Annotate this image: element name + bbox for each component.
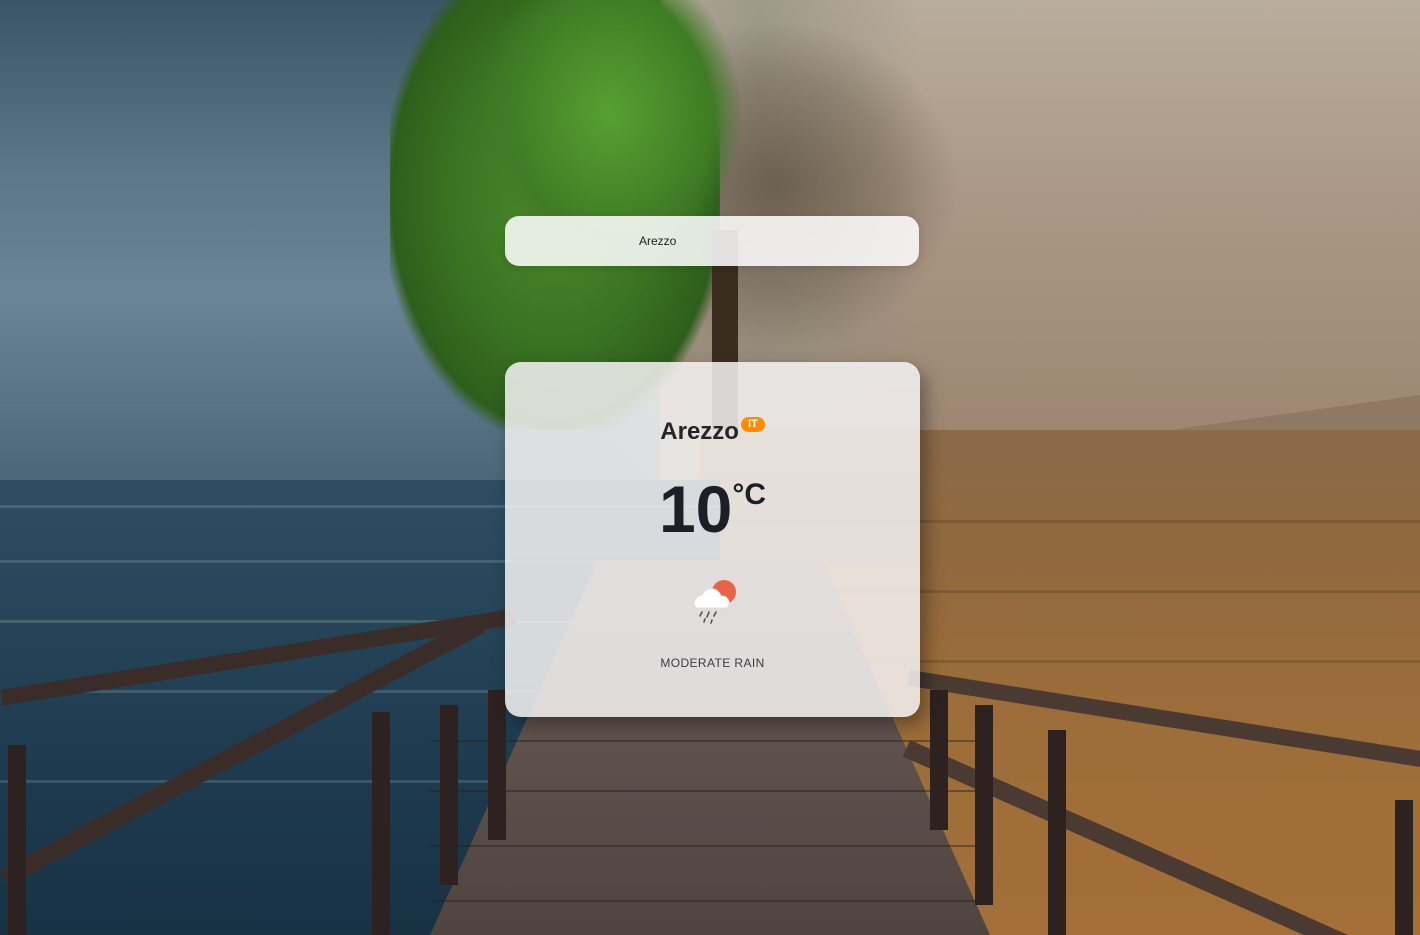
city-heading: Arezzo IT <box>505 416 920 446</box>
railing-post <box>1048 730 1066 935</box>
temperature-value: 10 <box>658 472 733 546</box>
railing-post <box>372 712 390 935</box>
temperature-unit: °C <box>732 478 767 511</box>
bridge-plank <box>430 790 990 792</box>
railing-post <box>488 690 506 840</box>
railing-post <box>8 745 26 935</box>
railing-post <box>1395 800 1413 935</box>
railing-post <box>930 690 948 830</box>
bridge-plank <box>430 845 990 847</box>
background-scene: ArezzoIT 10°C MODERATE RAIN <box>0 0 1420 935</box>
city-name: Arezzo <box>660 418 739 445</box>
cloud-rain-sun-icon <box>693 580 736 624</box>
railing-post <box>440 705 458 885</box>
tree-crown-top <box>480 0 740 240</box>
railing-post <box>975 705 993 905</box>
country-badge: IT <box>740 416 765 432</box>
bridge-plank <box>430 740 990 742</box>
city-search-input[interactable] <box>505 216 919 266</box>
weather-card: Arezzo IT 10°C MODERATE RAIN <box>505 362 920 717</box>
weather-condition: MODERATE RAIN <box>660 656 765 670</box>
temperature: 10°C <box>505 476 920 542</box>
bridge-plank <box>430 900 990 902</box>
